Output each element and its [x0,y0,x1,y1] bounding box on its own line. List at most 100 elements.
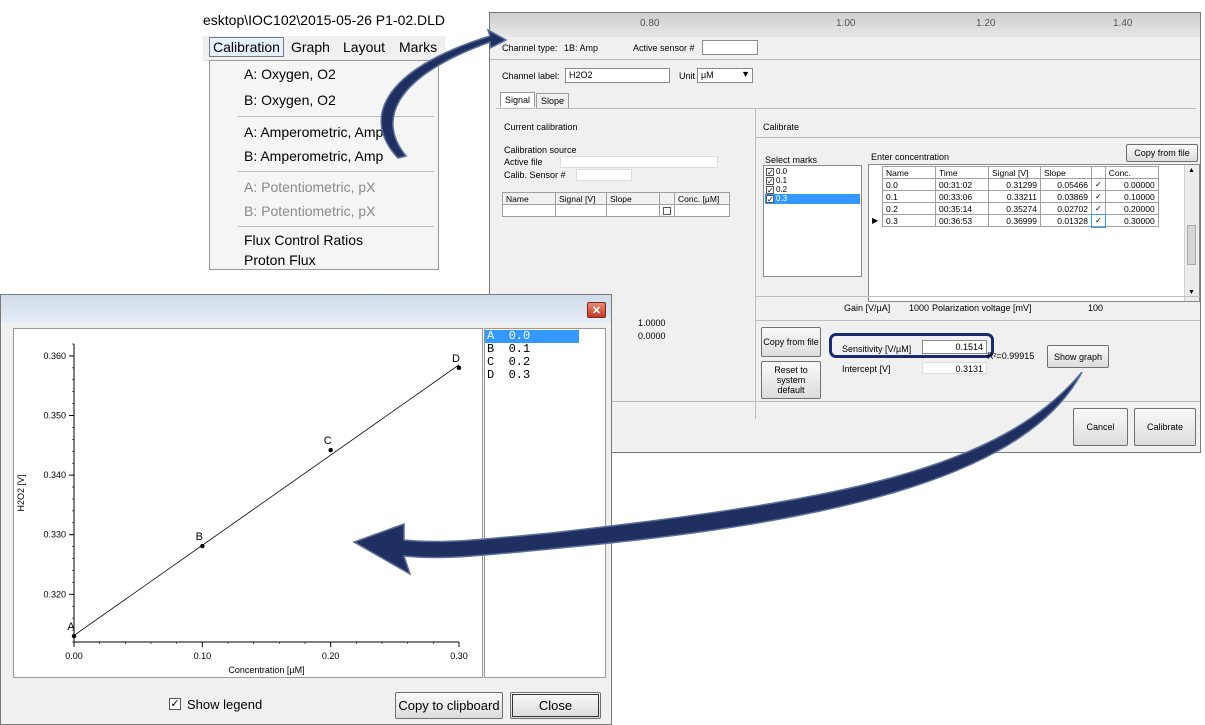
cell-name[interactable]: 0.0 [882,178,936,191]
x-tick-label: 0.20 [322,651,340,661]
menu-item-flux-control-ratios[interactable]: Flux Control Ratios [244,232,363,248]
row-indicator [872,190,883,203]
cell-time[interactable]: 00:35:14 [935,202,989,215]
checkbox-checked-icon[interactable]: ✓ [1095,180,1102,189]
col-header [659,192,675,205]
tab-signal-label: Signal [505,95,531,105]
table-cell [502,204,556,217]
col-header: Slope [1040,166,1092,179]
tab-baseline [496,108,1196,109]
menu-graph[interactable]: Graph [291,39,330,55]
cell-conc[interactable]: 0.30000 [1104,214,1159,227]
checkbox-checked-icon[interactable]: ✓ [1095,204,1102,213]
ruler-tick: 1.40 [1113,18,1133,29]
channel-label-field[interactable]: H2O2 [565,68,670,83]
close-icon[interactable]: ✕ [587,302,606,318]
cell-time[interactable]: 00:31:02 [935,178,989,191]
col-header: Signal [V] [988,166,1041,179]
cell-signal[interactable]: 0.33211 [988,190,1041,203]
cell-time[interactable]: 00:36:53 [935,214,989,227]
tab-slope[interactable]: Slope [536,93,570,108]
checkbox-checked-icon[interactable]: ✓ [766,195,774,204]
checkbox-checked-icon[interactable]: ✓ [766,186,774,195]
tab-signal[interactable]: Signal [500,92,536,107]
calibration-source-label: Calibration source [504,145,577,155]
gain-label: Gain [V/µA] [844,303,891,313]
cell-check[interactable]: ✓ [1090,213,1107,228]
cell-check[interactable]: ✓ [1091,178,1106,191]
close-button[interactable]: Close [510,692,601,719]
cell-check[interactable]: ✓ [1091,190,1106,203]
marks-list[interactable]: ✓ 0.0 ✓ 0.1 ✓ 0.2 ✓ 0.3 [763,165,862,277]
menu-item-amperometric-b[interactable]: B: Amperometric, Amp [244,148,383,164]
show-legend-checkbox[interactable]: ✓ [169,698,181,710]
reset-to-default-label: Reset to system default [774,365,808,395]
mark-item[interactable]: ✓ 0.0 [765,167,860,177]
cell-slope[interactable]: 0.01328 [1040,214,1092,227]
table-row[interactable]: 0.0 00:31:02 0.31299 0.05466 ✓ 0.00000 [872,178,1159,191]
cell-time[interactable]: 00:33:06 [935,190,989,203]
table-row[interactable]: 0.1 00:33:06 0.33211 0.03869 ✓ 0.10000 [872,190,1159,203]
unit-select[interactable]: µM ▼ [697,68,753,83]
cell-check[interactable]: ✓ [1091,202,1106,215]
calibrate-button[interactable]: Calibrate [1134,408,1196,446]
table-row[interactable]: 0.2 00:35:14 0.35274 0.02702 ✓ 0.20000 [872,202,1159,215]
checkbox-checked-icon[interactable]: ✓ [1095,216,1102,225]
menu-item-potentiometric-b: B: Potentiometric, pX [244,203,376,219]
show-graph-button[interactable]: Show graph [1047,345,1109,368]
mark-item[interactable]: ✓ 0.2 [765,185,860,195]
menu-item-amperometric-a[interactable]: A: Amperometric, Amp [244,124,383,140]
scroll-down-icon[interactable]: ▼ [1188,289,1195,296]
cell-slope[interactable]: 0.05466 [1040,178,1092,191]
data-point [71,633,77,639]
menu-layout[interactable]: Layout [343,39,385,55]
cancel-button[interactable]: Cancel [1073,408,1128,446]
menu-item-proton-flux[interactable]: Proton Flux [244,252,316,268]
active-sensor-field[interactable] [702,40,758,55]
cell-signal[interactable]: 0.31299 [988,178,1041,191]
cell-conc[interactable]: 0.00000 [1104,178,1159,191]
cell-conc[interactable]: 0.10000 [1104,190,1159,203]
divider [756,296,1200,297]
r-squared-value: R²=0.99915 [987,351,1035,361]
mark-item-selected[interactable]: ✓ 0.3 [765,194,860,204]
menu-marks[interactable]: Marks [399,39,437,55]
checkbox-checked-icon[interactable]: ✓ [766,168,774,177]
row-indicator [872,166,883,179]
menu-item-oxygen-a[interactable]: A: Oxygen, O2 [244,66,336,82]
vertical-scrollbar[interactable]: ▲ ▼ [1184,165,1199,301]
mark-item[interactable]: ✓ 0.1 [765,176,860,186]
checkbox-checked-icon[interactable]: ✓ [1095,192,1102,201]
col-header: Signal [V] [555,192,607,205]
cell-signal[interactable]: 0.36999 [988,214,1041,227]
copy-from-file-button[interactable]: Copy from file [1126,144,1198,162]
polarization-value: 100 [1088,303,1104,313]
data-point [328,447,333,453]
cell-name[interactable]: 0.2 [882,202,936,215]
active-file-label: Active file [504,157,543,167]
table-cell[interactable] [659,204,675,217]
cell-conc[interactable]: 0.20000 [1104,202,1159,215]
menu-item-oxygen-b[interactable]: B: Oxygen, O2 [244,92,336,108]
cell-name[interactable]: 0.3 [882,214,936,227]
table-row-current[interactable]: ▶ 0.3 00:36:53 0.36999 0.01328 ✓ 0.30000 [872,213,1159,228]
scroll-thumb[interactable] [1187,225,1196,265]
cell-name[interactable]: 0.1 [882,190,936,203]
cell-slope[interactable]: 0.02702 [1040,202,1092,215]
copy-from-file-label: Copy from file [763,337,819,347]
plot-panel: 0.320 0.330 0.340 0.350 0.360 0.00 0.10 0.20 0.3… [13,328,483,678]
checkbox[interactable] [663,206,671,215]
reset-to-default-button[interactable]: Reset to system default [761,361,821,399]
show-legend-label: Show legend [187,697,263,712]
scroll-up-icon[interactable]: ▲ [1188,167,1195,174]
x-tick-label: 0.10 [194,651,212,661]
checkbox-checked-icon[interactable]: ✓ [766,177,774,186]
mark-label: 0.0 [776,167,788,176]
cell-slope[interactable]: 0.03869 [1040,190,1092,203]
menu-item-potentiometric-a: A: Potentiometric, pX [244,179,376,195]
menu-calibration[interactable]: Calibration [209,37,284,57]
cell-signal[interactable]: 0.35274 [988,202,1041,215]
copy-to-clipboard-button[interactable]: Copy to clipboard [395,692,503,719]
copy-from-file-button[interactable]: Copy from file [761,327,821,357]
legend-item[interactable]: D 0.3 [485,369,605,382]
